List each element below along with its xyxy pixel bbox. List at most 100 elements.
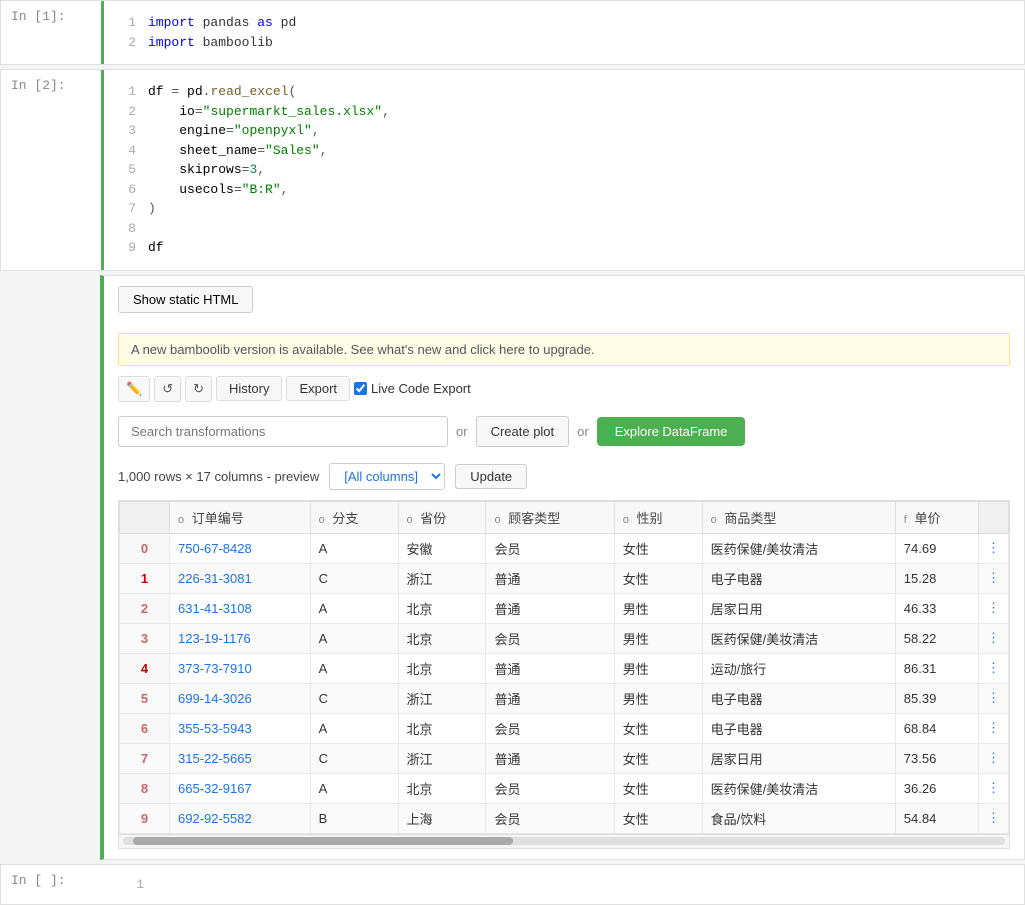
row-index-cell: 8 [120, 773, 170, 803]
or-text-2: or [577, 424, 589, 439]
table-row: 7 315-22-5665 C 浙江 普通 女性 居家日用 73.56 ⋮ [120, 743, 1009, 773]
action-cell[interactable]: ⋮ [979, 773, 1009, 803]
customer-cell: 普通 [486, 563, 614, 593]
province-cell: 北京 [398, 713, 486, 743]
toolbar-row: ✏️ ↺ ↻ History Export Live Code Export [118, 376, 1010, 402]
price-cell: 68.84 [895, 713, 978, 743]
customer-cell: 普通 [486, 683, 614, 713]
code-line: 7 ) [112, 199, 1008, 219]
action-cell[interactable]: ⋮ [979, 593, 1009, 623]
product-cell: 居家日用 [702, 593, 895, 623]
price-cell: 58.22 [895, 623, 978, 653]
code-line: 3 engine="openpyxl", [112, 121, 1008, 141]
gender-cell: 男性 [614, 593, 702, 623]
branch-cell: A [310, 623, 398, 653]
columns-select[interactable]: [All columns] [329, 463, 445, 490]
col-header-product[interactable]: o 商品类型 [702, 501, 895, 533]
product-cell: 电子电器 [702, 713, 895, 743]
table-row: 4 373-73-7910 A 北京 普通 男性 运动/旅行 86.31 ⋮ [120, 653, 1009, 683]
province-cell: 北京 [398, 653, 486, 683]
or-text-1: or [456, 424, 468, 439]
gender-cell: 男性 [614, 683, 702, 713]
export-button[interactable]: Export [286, 376, 350, 401]
action-cell[interactable]: ⋮ [979, 713, 1009, 743]
scrollbar-track[interactable] [123, 837, 1005, 845]
branch-cell: B [310, 803, 398, 833]
action-cell[interactable]: ⋮ [979, 533, 1009, 563]
row-index-cell: 1 [120, 563, 170, 593]
gender-cell: 女性 [614, 773, 702, 803]
table-row: 2 631-41-3108 A 北京 普通 男性 居家日用 46.33 ⋮ [120, 593, 1009, 623]
row-index-cell: 7 [120, 743, 170, 773]
table-row: 9 692-92-5582 B 上海 会员 女性 食品/饮料 54.84 ⋮ [120, 803, 1009, 833]
col-header-customer[interactable]: o 顾客类型 [486, 501, 614, 533]
col-header-order-id[interactable]: o 订单编号 [170, 501, 311, 533]
order-id-cell: 123-19-1176 [170, 623, 311, 653]
dataframe-table-container: o 订单编号 o 分支 o 省份 o 顾客类型 [118, 500, 1010, 849]
province-cell: 北京 [398, 623, 486, 653]
cell-1-label: In [1]: [1, 1, 101, 64]
cell-2-code[interactable]: 1 df = pd.read_excel( 2 io="supermarkt_s… [101, 70, 1024, 270]
table-row: 3 123-19-1176 A 北京 会员 男性 医药保健/美妆清洁 58.22… [120, 623, 1009, 653]
action-cell[interactable]: ⋮ [979, 653, 1009, 683]
upgrade-banner: A new bamboolib version is available. Se… [118, 333, 1010, 366]
col-header-more [979, 501, 1009, 533]
edit-icon-button[interactable]: ✏️ [118, 376, 150, 402]
col-header-gender[interactable]: o 性别 [614, 501, 702, 533]
action-cell[interactable]: ⋮ [979, 623, 1009, 653]
product-cell: 电子电器 [702, 563, 895, 593]
order-id-cell: 665-32-9167 [170, 773, 311, 803]
search-input[interactable] [118, 416, 448, 447]
redo-icon-button[interactable]: ↻ [185, 376, 212, 402]
code-line: 4 sheet_name="Sales", [112, 141, 1008, 161]
undo-icon-button[interactable]: ↺ [154, 376, 181, 402]
row-index-cell: 9 [120, 803, 170, 833]
cell-3-code[interactable]: 1 [101, 865, 1024, 905]
branch-cell: C [310, 683, 398, 713]
product-cell: 食品/饮料 [702, 803, 895, 833]
row-index-cell: 4 [120, 653, 170, 683]
province-cell: 北京 [398, 773, 486, 803]
live-code-label[interactable]: Live Code Export [354, 381, 471, 396]
create-plot-button[interactable]: Create plot [476, 416, 570, 447]
order-id-cell: 750-67-8428 [170, 533, 311, 563]
action-cell[interactable]: ⋮ [979, 563, 1009, 593]
update-button[interactable]: Update [455, 464, 527, 489]
product-cell: 电子电器 [702, 683, 895, 713]
gender-cell: 女性 [614, 533, 702, 563]
search-row: or Create plot or Explore DataFrame [118, 416, 1010, 447]
price-cell: 74.69 [895, 533, 978, 563]
history-button[interactable]: History [216, 376, 282, 401]
action-cell[interactable]: ⋮ [979, 743, 1009, 773]
code-line: 9 df [112, 238, 1008, 258]
action-cell[interactable]: ⋮ [979, 803, 1009, 833]
gender-cell: 女性 [614, 713, 702, 743]
product-cell: 医药保健/美妆清洁 [702, 773, 895, 803]
customer-cell: 会员 [486, 803, 614, 833]
branch-cell: A [310, 533, 398, 563]
horizontal-scrollbar[interactable] [119, 834, 1009, 848]
customer-cell: 会员 [486, 623, 614, 653]
cell-1-code[interactable]: 1 import pandas as pd 2 import bamboolib [101, 1, 1024, 64]
notebook-container: In [1]: 1 import pandas as pd 2 import b… [0, 0, 1025, 905]
col-header-price[interactable]: f 单价 [895, 501, 978, 533]
customer-cell: 会员 [486, 533, 614, 563]
explore-dataframe-button[interactable]: Explore DataFrame [597, 417, 746, 446]
show-static-button[interactable]: Show static HTML [118, 286, 253, 313]
live-code-text: Live Code Export [371, 381, 471, 396]
price-cell: 54.84 [895, 803, 978, 833]
bamboolib-output: Show static HTML A new bamboolib version… [100, 275, 1025, 860]
live-code-checkbox[interactable] [354, 382, 367, 395]
action-cell[interactable]: ⋮ [979, 683, 1009, 713]
province-cell: 浙江 [398, 563, 486, 593]
col-header-province[interactable]: o 省份 [398, 501, 486, 533]
customer-cell: 会员 [486, 713, 614, 743]
price-cell: 73.56 [895, 743, 978, 773]
gender-cell: 女性 [614, 563, 702, 593]
row-index-cell: 2 [120, 593, 170, 623]
col-header-branch[interactable]: o 分支 [310, 501, 398, 533]
scrollbar-thumb[interactable] [133, 837, 513, 845]
order-id-cell: 692-92-5582 [170, 803, 311, 833]
index-header [120, 501, 170, 533]
upgrade-message: A new bamboolib version is available. Se… [131, 342, 595, 357]
